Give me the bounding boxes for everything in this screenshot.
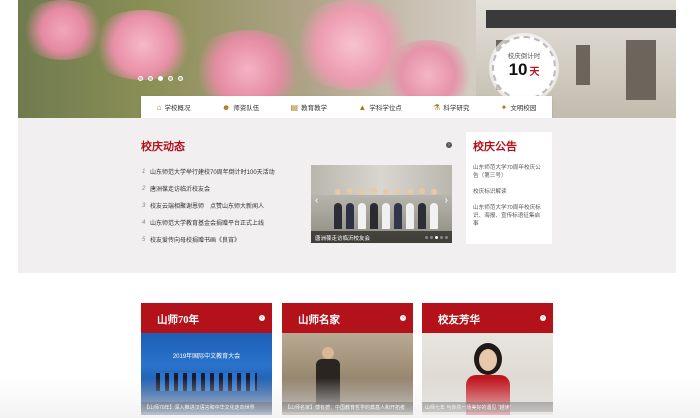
- carousel-indicator[interactable]: [138, 76, 183, 81]
- card-alumni[interactable]: 校友芳华 › 山师七年 与你共一场美好的遇见 “越读”: [422, 303, 553, 415]
- card-title: 山师名家: [298, 315, 340, 326]
- main-nav: ⌂ 学校概况 ☻ 师资队伍 ▤ 教育教学 ▲ 学科学位点 ⚗ 科学研究 ✦ 文明…: [141, 96, 552, 118]
- carousel-dot[interactable]: [178, 76, 183, 81]
- nav-label: 师资队伍: [233, 105, 260, 112]
- notice-item[interactable]: 校庆标识解读: [473, 188, 545, 196]
- carousel-dot[interactable]: [430, 236, 433, 239]
- flask-icon: ⚗: [433, 102, 441, 112]
- nav-label: 学校概况: [164, 105, 191, 112]
- carousel-dot[interactable]: [138, 76, 143, 81]
- news-item[interactable]: 5 校友爱传向母校捐赠书画《良宵》: [142, 231, 307, 248]
- page: 校庆倒计时 10 天 ⌂ 学校概况 ☻ 师资队伍 ▤ 教育教学 ▲ 学科学位点 …: [0, 0, 700, 418]
- carousel-dot[interactable]: [440, 236, 443, 239]
- nav-label: 教育教学: [301, 105, 328, 112]
- countdown-value: 10: [508, 60, 528, 79]
- star-icon: ✦: [500, 102, 508, 112]
- countdown-badge: 校庆倒计时 10 天: [492, 36, 556, 100]
- nav-label: 学科学位点: [369, 105, 402, 112]
- card-title: 山师70年: [157, 315, 199, 326]
- book-icon: ▤: [290, 102, 299, 112]
- card-caption: 【山师名家】傅有德：中国教育哲学的奠基人和开拓者: [282, 402, 413, 412]
- carousel-dot[interactable]: [425, 236, 428, 239]
- card-caption: 【山师70年】深入推进汉语言和中华文化走向世界: [141, 402, 272, 412]
- nav-item-school-overview[interactable]: ⌂ 学校概况: [156, 102, 191, 113]
- news-photo[interactable]: ‹ › 唐洲葆走访临沂校友会: [311, 165, 452, 243]
- graduation-cap-icon: ▲: [358, 102, 367, 112]
- chevron-left-icon[interactable]: ‹: [315, 195, 318, 206]
- carousel-dot[interactable]: [435, 236, 438, 239]
- news-item[interactable]: 1 山东师范大学举行建校70周年倒计时100天活动: [142, 163, 307, 180]
- nav-item-campus[interactable]: ✦ 文明校园: [500, 102, 537, 113]
- countdown-label: 校庆倒计时: [507, 53, 541, 60]
- news-item[interactable]: 3 校友云端相聚谢恩师 点赞山东师大新闻人: [142, 197, 307, 214]
- news-item[interactable]: 2 唐洲葆走访临沂校友会: [142, 180, 307, 197]
- countdown-unit: 天: [529, 67, 540, 78]
- card-image-banner: 2019年国际中文教育大会: [172, 354, 241, 360]
- card-more-button[interactable]: ›: [259, 315, 265, 321]
- notice-item[interactable]: 山东师范大学70周年校庆公告（第三号）: [473, 164, 545, 180]
- carousel-dot[interactable]: [168, 76, 173, 81]
- carousel-dot[interactable]: [148, 76, 153, 81]
- news-section-title: 校庆动态: [141, 141, 185, 153]
- news-list: 1 山东师范大学举行建校70周年倒计时100天活动 2 唐洲葆走访临沂校友会 3 校友…: [142, 163, 307, 248]
- news-more-button[interactable]: ›: [446, 142, 452, 148]
- carousel-dot[interactable]: [158, 76, 163, 81]
- card-title: 校友芳华: [438, 315, 480, 326]
- card-more-button[interactable]: ›: [400, 315, 406, 321]
- carousel-dot[interactable]: [445, 236, 448, 239]
- school-icon: ⌂: [156, 102, 162, 112]
- chevron-right-icon[interactable]: ›: [445, 195, 448, 206]
- blossom-decoration: [88, 10, 198, 80]
- notice-section-title: 校庆公告: [473, 141, 517, 153]
- nav-item-disciplines[interactable]: ▲ 学科学位点: [358, 102, 402, 113]
- card-more-button[interactable]: ›: [540, 315, 546, 321]
- people-icon: ☻: [221, 102, 231, 112]
- nav-label: 文明校园: [510, 105, 537, 112]
- nav-label: 科学研究: [443, 105, 470, 112]
- nav-item-faculty[interactable]: ☻ 师资队伍: [221, 102, 260, 113]
- card-famous-scholars[interactable]: 山师名家 › 【山师名家】傅有德：中国教育哲学的奠基人和开拓者: [282, 303, 413, 415]
- card-caption: 山师七年 与你共一场美好的遇见 “越读”: [422, 402, 553, 412]
- nav-item-education[interactable]: ▤ 教育教学: [290, 102, 328, 113]
- card-70-years[interactable]: 山师70年 › 2019年国际中文教育大会 【山师70年】深入推进汉语言和中华文…: [141, 303, 272, 415]
- notice-item[interactable]: 山东师范大学70周年校庆标识、海报、宣传标语征集启事: [473, 204, 545, 228]
- photo-carousel-indicator[interactable]: [425, 236, 448, 239]
- notice-panel: 校庆公告 山东师范大学70周年校庆公告（第三号） 校庆标识解读 山东师范大学70…: [466, 132, 552, 244]
- nav-item-research[interactable]: ⚗ 科学研究: [433, 102, 470, 113]
- news-item[interactable]: 4 山东师范大学教育基金会捐赠平台正式上线: [142, 214, 307, 231]
